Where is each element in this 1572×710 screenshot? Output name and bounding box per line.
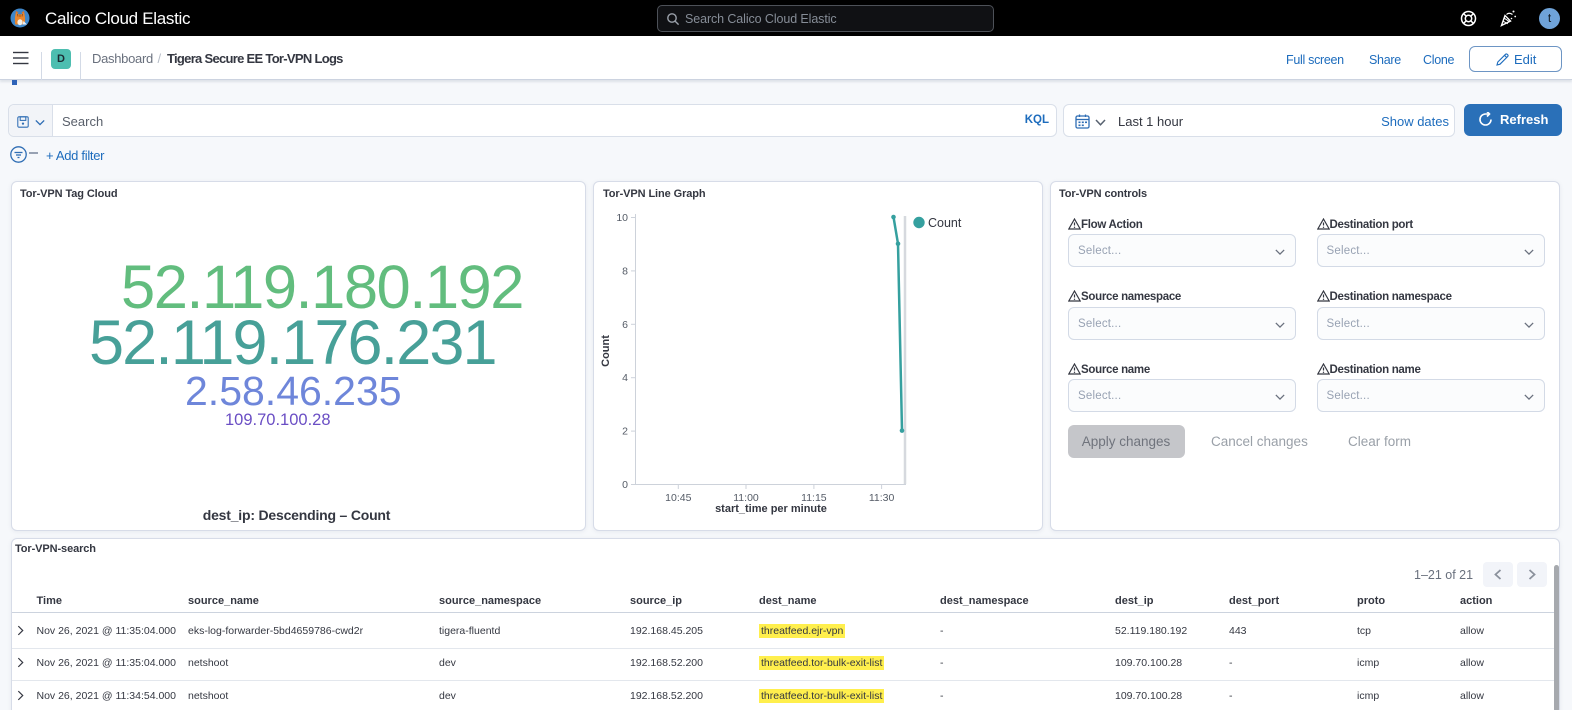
svg-text:Count: Count [600,335,612,367]
svg-text:2: 2 [622,426,628,438]
svg-text:start_time per minute: start_time per minute [715,503,827,515]
svg-text:0: 0 [622,479,628,491]
svg-text:4: 4 [622,372,628,384]
svg-text:10:45: 10:45 [665,492,691,504]
svg-text:10: 10 [616,212,628,224]
svg-text:6: 6 [622,319,628,331]
svg-text:Count: Count [928,216,962,230]
svg-text:8: 8 [622,265,628,277]
svg-text:11:30: 11:30 [869,492,895,504]
